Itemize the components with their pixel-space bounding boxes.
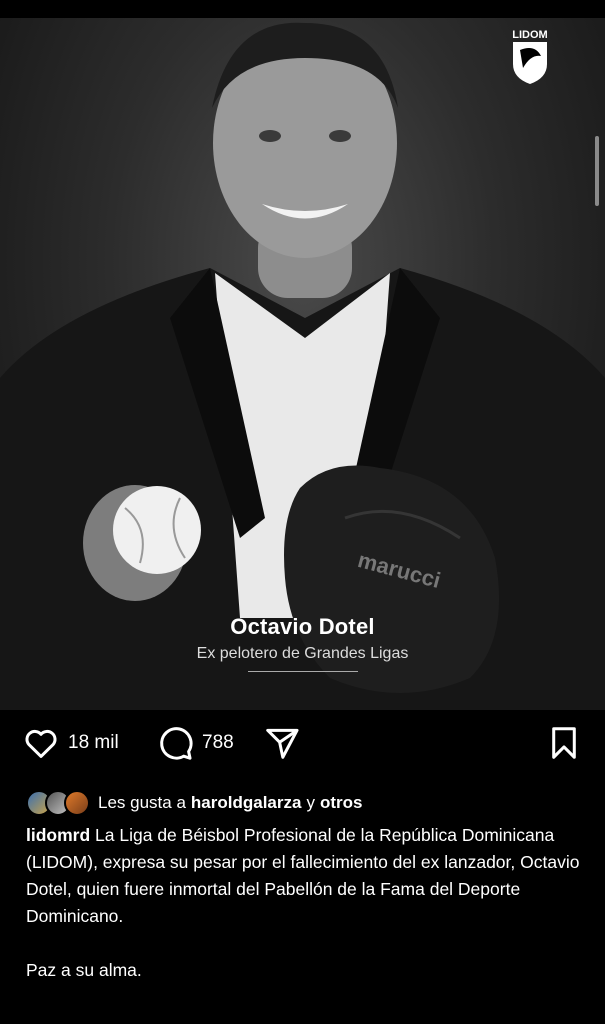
liker-avatars[interactable] bbox=[26, 790, 90, 816]
player-photo: marucci bbox=[0, 22, 605, 710]
caption-text: La Liga de Béisbol Profesional de la Rep… bbox=[26, 825, 580, 926]
caption-closing: Paz a su alma. bbox=[26, 960, 142, 980]
bookmark-icon[interactable] bbox=[545, 724, 583, 762]
comment-bubble-icon[interactable] bbox=[156, 724, 194, 762]
liked-by-row[interactable]: Les gusta a haroldgalarza y otros bbox=[26, 790, 367, 816]
likes-prefix: Les gusta a bbox=[98, 793, 186, 812]
caption-username[interactable]: lidomrd bbox=[26, 825, 90, 845]
overlay-divider bbox=[247, 671, 358, 672]
post-image[interactable]: marucci LIDOM Octavio Dotel Ex pelotero … bbox=[0, 18, 605, 710]
save-button[interactable] bbox=[545, 724, 583, 762]
avatar[interactable] bbox=[64, 790, 90, 816]
image-caption-overlay: Octavio Dotel Ex pelotero de Grandes Lig… bbox=[0, 614, 605, 672]
lidom-logo: LIDOM bbox=[505, 26, 555, 86]
share-button[interactable] bbox=[263, 724, 301, 762]
liker-username[interactable]: haroldgalarza bbox=[191, 793, 302, 813]
lidom-logo-text: LIDOM bbox=[512, 29, 547, 41]
likes-connector: y bbox=[306, 793, 315, 812]
comment-button[interactable]: 788 bbox=[156, 724, 234, 762]
caption-body: lidomrd La Liga de Béisbol Profesional d… bbox=[26, 822, 586, 930]
post-actions-bar: 18 mil 788 bbox=[0, 724, 605, 774]
heart-icon[interactable] bbox=[22, 724, 60, 762]
like-count[interactable]: 18 mil bbox=[68, 732, 119, 754]
comment-count[interactable]: 788 bbox=[202, 732, 234, 754]
scroll-indicator[interactable] bbox=[595, 136, 599, 206]
overlay-player-name: Octavio Dotel bbox=[230, 614, 375, 639]
send-icon[interactable] bbox=[263, 724, 301, 762]
like-button[interactable]: 18 mil bbox=[22, 724, 119, 762]
likes-others-link[interactable]: otros bbox=[320, 793, 363, 813]
post-caption: lidomrd La Liga de Béisbol Profesional d… bbox=[26, 822, 586, 984]
overlay-player-subtitle: Ex pelotero de Grandes Ligas bbox=[196, 645, 409, 662]
